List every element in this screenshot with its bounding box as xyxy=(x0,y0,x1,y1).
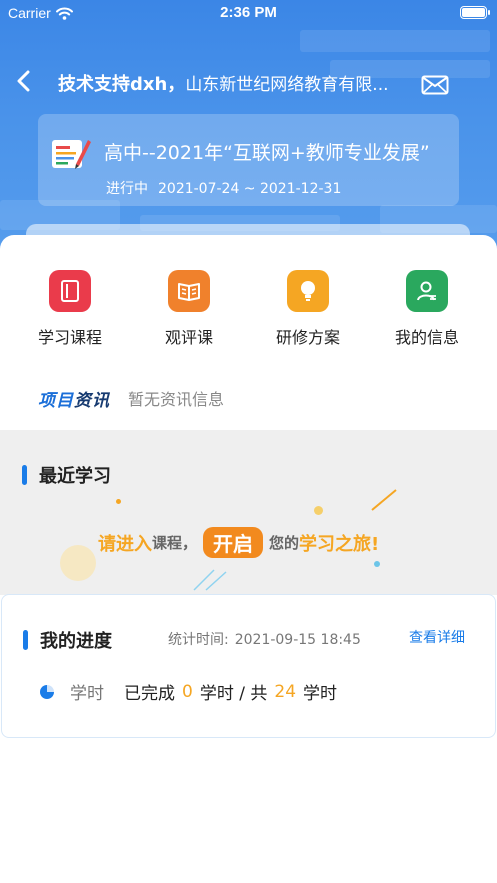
recent-study-header: 最近学习 xyxy=(22,462,111,488)
battery-icon xyxy=(460,6,490,19)
lightbulb-icon xyxy=(287,270,329,312)
news-brand-logo: 项目资讯 xyxy=(38,390,110,411)
view-details-link[interactable]: 查看详细 xyxy=(409,627,465,647)
certificate-icon xyxy=(50,134,92,174)
menu-item-observe[interactable]: 观评课 xyxy=(139,270,239,348)
menu-item-plan[interactable]: 研修方案 xyxy=(258,270,358,348)
chevron-left-icon xyxy=(17,70,30,92)
decor-dot xyxy=(314,506,323,515)
decor-dot xyxy=(374,561,380,567)
user-icon xyxy=(406,270,448,312)
open-book-icon xyxy=(168,270,210,312)
page-title: 技术支持dxh，山东新世纪网络教育有限... xyxy=(58,70,418,96)
start-learning-banner[interactable]: 请进入 课程， 开启 您的 学习之旅! xyxy=(98,527,379,558)
back-button[interactable] xyxy=(10,66,36,96)
progress-title: 我的进度 xyxy=(40,631,112,652)
project-card[interactable]: 高中--2021年“互联网+教师专业发展” 进行中 2021-07-24 ~ 20… xyxy=(38,114,459,206)
progress-summary: 学时 已完成 0 学时 / 共 24 学时 xyxy=(40,679,337,704)
pie-chart-icon xyxy=(40,684,54,699)
news-empty-text: 暂无资讯信息 xyxy=(128,390,225,409)
stat-time: 统计时间: 2021-09-15 18:45 xyxy=(168,632,361,648)
progress-card: 我的进度 统计时间: 2021-09-15 18:45 查看详细 学时 已完成 0… xyxy=(1,594,496,738)
menu-label-profile: 我的信息 xyxy=(394,328,459,347)
status-time: 2:36 PM xyxy=(220,4,277,21)
completed-hours: 0 xyxy=(182,681,193,702)
project-status: 进行中 2021-07-24 ~ 2021-12-31 xyxy=(106,178,341,198)
decor-line xyxy=(371,489,397,511)
message-button[interactable] xyxy=(421,75,451,97)
recent-study-title: 最近学习 xyxy=(39,466,111,487)
page-title-org: 山东新世纪网络教育有限... xyxy=(185,75,389,95)
decor-dot xyxy=(116,499,121,504)
project-status-label: 进行中 xyxy=(106,181,148,197)
project-title: 高中--2021年“互联网+教师专业发展” xyxy=(104,142,430,164)
book-icon xyxy=(49,270,91,312)
section-marker xyxy=(23,630,28,650)
menu-item-courses[interactable]: 学习课程 xyxy=(20,270,120,348)
nav-bar: 技术支持dxh，山东新世纪网络教育有限... xyxy=(0,58,497,108)
menu-label-plan: 研修方案 xyxy=(275,328,340,347)
page-title-user: 技术支持dxh， xyxy=(58,74,186,95)
menu-label-courses: 学习课程 xyxy=(37,328,102,347)
menu-item-profile[interactable]: 我的信息 xyxy=(377,270,477,348)
decor-circle xyxy=(60,545,96,581)
decor-line xyxy=(193,569,227,591)
news-row[interactable]: 项目资讯 暂无资讯信息 xyxy=(38,385,224,411)
total-hours: 24 xyxy=(274,681,297,702)
recent-study-section: 最近学习 请进入 课程， 开启 您的 学习之旅! xyxy=(0,430,497,595)
status-bar: Carrier 2:36 PM xyxy=(0,0,497,26)
section-marker xyxy=(22,465,27,485)
menu-label-observe: 观评课 xyxy=(164,328,213,347)
progress-header: 我的进度 xyxy=(23,627,112,653)
envelope-icon xyxy=(421,75,449,95)
project-dates: 2021-07-24 ~ 2021-12-31 xyxy=(158,181,342,197)
